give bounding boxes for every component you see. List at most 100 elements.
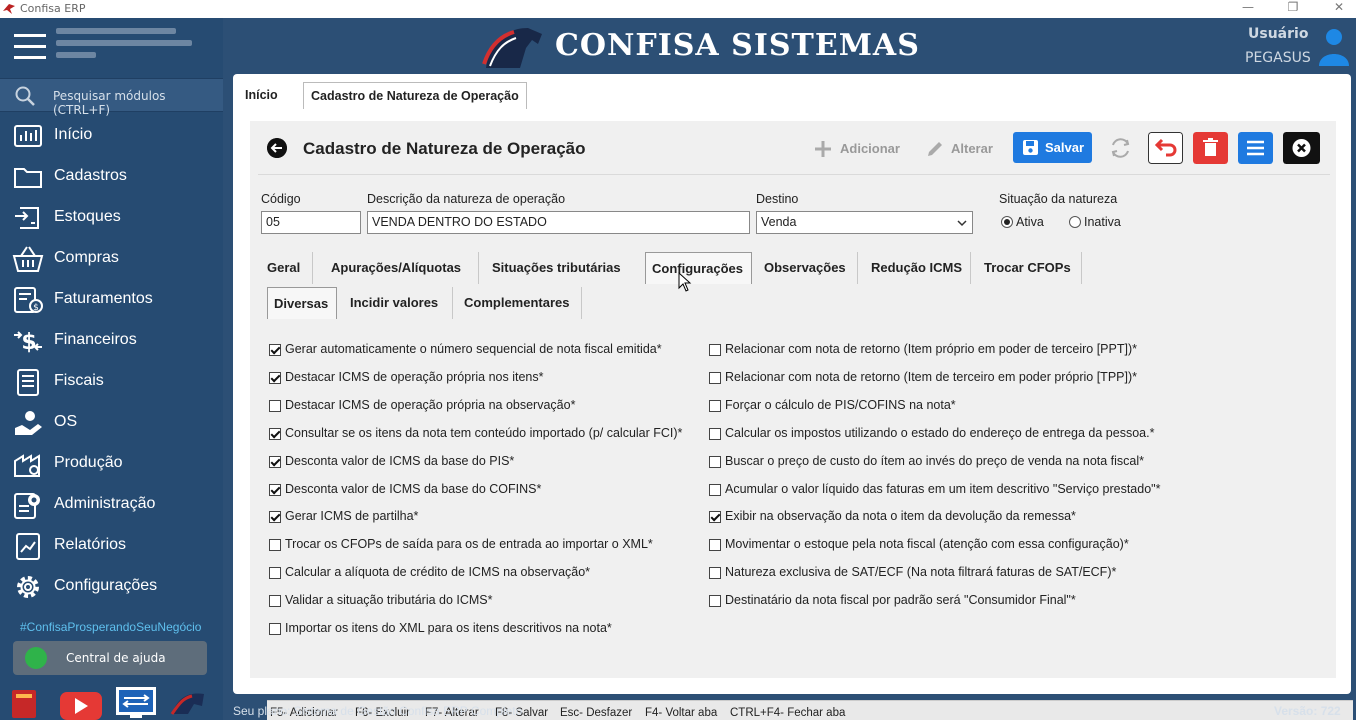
delete-icon[interactable] [1193, 132, 1228, 164]
tab-observacoes[interactable]: Observações [758, 252, 858, 284]
checkbox-unchecked-icon[interactable] [269, 539, 281, 552]
sidebar: Pesquisar módulos (CTRL+F) Início Cadast… [0, 18, 223, 720]
checkbox-checked-icon[interactable] [709, 511, 721, 524]
tab-inicio[interactable]: Início [238, 82, 285, 109]
tab-situacoes[interactable]: Situações tributárias [486, 252, 637, 284]
option-label: Destacar ICMS de operação própria nos it… [285, 369, 544, 384]
option-label: Desconta valor de ICMS da base do COFINS… [285, 481, 542, 496]
checkbox-checked-icon[interactable] [269, 455, 281, 468]
sidebar-item-financeiros[interactable]: $ Financeiros [0, 321, 223, 362]
add-button[interactable]: Adicionar [814, 133, 904, 165]
brand-title: CONFISA SISTEMAS [555, 28, 920, 63]
user-label: Usuário [1248, 26, 1309, 42]
checkbox-checked-icon[interactable] [269, 427, 281, 440]
checkbox-unchecked-icon[interactable] [709, 344, 721, 356]
checkbox-unchecked-icon[interactable] [269, 623, 281, 635]
tab-geral[interactable]: Geral [261, 252, 313, 284]
module-search[interactable]: Pesquisar módulos (CTRL+F) [0, 78, 223, 117]
svg-text:$: $ [33, 303, 39, 313]
toolbar-divider [258, 174, 1330, 175]
save-button[interactable]: Salvar [1013, 132, 1092, 163]
refresh-icon[interactable] [1103, 132, 1138, 164]
checkbox-unchecked-icon[interactable] [269, 567, 281, 580]
subtab-complementares[interactable]: Complementares [458, 287, 582, 319]
code-field[interactable]: 05 [261, 211, 361, 234]
pencil-icon [928, 142, 942, 156]
window-titlebar: Confisa ERP — ❐ ✕ [0, 0, 1356, 18]
checkbox-checked-icon[interactable] [269, 511, 281, 524]
option-label: Natureza exclusiva de SAT/ECF (Na nota f… [725, 565, 1117, 580]
remote-access-icon [116, 687, 156, 718]
option-label: Importar os itens do XML para os itens d… [285, 621, 612, 635]
version-text: Versão: 722 [1274, 704, 1341, 718]
sidebar-item-os[interactable]: OS [0, 403, 223, 444]
option-label: Movimentar o estoque pela nota fiscal (a… [725, 537, 1129, 552]
checkbox-unchecked-icon[interactable] [709, 567, 721, 580]
sidebar-item-producao[interactable]: Produção [0, 444, 223, 485]
close-window-button[interactable]: ✕ [1329, 0, 1349, 14]
tab-cadastro-natureza[interactable]: Cadastro de Natureza de Operação [303, 82, 527, 109]
search-input[interactable]: Pesquisar módulos (CTRL+F) [53, 89, 223, 117]
checkbox-unchecked-icon[interactable] [709, 483, 721, 496]
sidebar-item-compras[interactable]: Compras [0, 239, 223, 280]
help-center-button[interactable]: Central de ajuda [13, 641, 207, 675]
youtube-icon [60, 692, 102, 720]
checkbox-unchecked-icon[interactable] [709, 371, 721, 384]
minimize-button[interactable]: — [1238, 0, 1258, 14]
mouse-cursor-icon [678, 272, 692, 292]
tab-apuracoes[interactable]: Apurações/Alíquotas [325, 252, 479, 284]
option-label: Acumular o valor líquido das faturas em … [725, 481, 1161, 496]
checkbox-unchecked-icon[interactable] [709, 427, 721, 440]
sidebar-item-configuracoes[interactable]: Configurações [0, 567, 223, 608]
checkbox-unchecked-icon[interactable] [269, 399, 281, 412]
menu-toggle-icon[interactable] [14, 34, 46, 60]
money-icon: $ [14, 330, 42, 355]
factory-icon [14, 454, 40, 477]
sidebar-item-inicio[interactable]: Início [0, 116, 223, 157]
checkbox-checked-icon[interactable] [269, 344, 281, 356]
sidebar-item-faturamentos[interactable]: $ Faturamentos [0, 280, 223, 321]
floppy-icon [1023, 140, 1038, 155]
checkbox-checked-icon[interactable] [269, 483, 281, 496]
checkbox-unchecked-icon[interactable] [709, 595, 721, 608]
menu-icon[interactable] [1238, 132, 1273, 164]
option-label: Destinatário da nota fiscal por padrão s… [725, 593, 1076, 608]
checkbox-unchecked-icon[interactable] [269, 595, 281, 608]
tab-reducao-icms[interactable]: Redução ICMS [865, 252, 971, 284]
option-label: Desconta valor de ICMS da base do PIS* [285, 453, 515, 468]
back-arrow-icon[interactable] [267, 138, 287, 158]
description-field[interactable]: VENDA DENTRO DO ESTADO [367, 211, 750, 234]
subtab-diversas[interactable]: Diversas [267, 287, 337, 319]
stock-icon [15, 207, 39, 229]
restore-button[interactable]: ❐ [1283, 0, 1303, 14]
page-title: Cadastro de Natureza de Operação [303, 139, 586, 158]
sidebar-item-cadastros[interactable]: Cadastros [0, 157, 223, 198]
description-label: Descrição da natureza de operação [367, 192, 566, 206]
tab-configuracoes[interactable]: Configurações [645, 252, 752, 284]
status-label: Situação da natureza [999, 192, 1118, 206]
sidebar-item-label: Faturamentos [54, 290, 153, 307]
tab-trocar-cfops[interactable]: Trocar CFOPs [978, 252, 1082, 284]
sidebar-item-label: Financeiros [54, 331, 137, 348]
checkbox-unchecked-icon[interactable] [709, 539, 721, 552]
user-icon[interactable] [1317, 26, 1351, 66]
edit-button[interactable]: Alterar [926, 133, 1001, 165]
sidebar-item-administracao[interactable]: Administração [0, 485, 223, 526]
subtab-incidir-valores[interactable]: Incidir valores [344, 287, 453, 319]
window-title: Confisa ERP [20, 2, 86, 15]
undo-icon[interactable] [1148, 132, 1183, 164]
checkbox-checked-icon[interactable] [269, 371, 281, 384]
sidebar-item-fiscais[interactable]: Fiscais [0, 362, 223, 403]
option-label: Trocar os CFOPs de saída para os de entr… [285, 537, 653, 552]
radio-active[interactable]: Ativa [1001, 215, 1044, 229]
option-label: Consultar se os itens da nota tem conteú… [285, 425, 683, 440]
destination-select[interactable]: Venda [756, 211, 973, 234]
radio-inactive[interactable]: Inativa [1069, 215, 1121, 229]
edit-label: Alterar [951, 141, 993, 156]
checkbox-unchecked-icon[interactable] [709, 399, 721, 412]
sidebar-item-relatorios[interactable]: Relatórios [0, 526, 223, 567]
close-form-icon[interactable] [1283, 132, 1320, 164]
add-label: Adicionar [840, 141, 900, 156]
checkbox-unchecked-icon[interactable] [709, 455, 721, 468]
sidebar-item-estoques[interactable]: Estoques [0, 198, 223, 239]
